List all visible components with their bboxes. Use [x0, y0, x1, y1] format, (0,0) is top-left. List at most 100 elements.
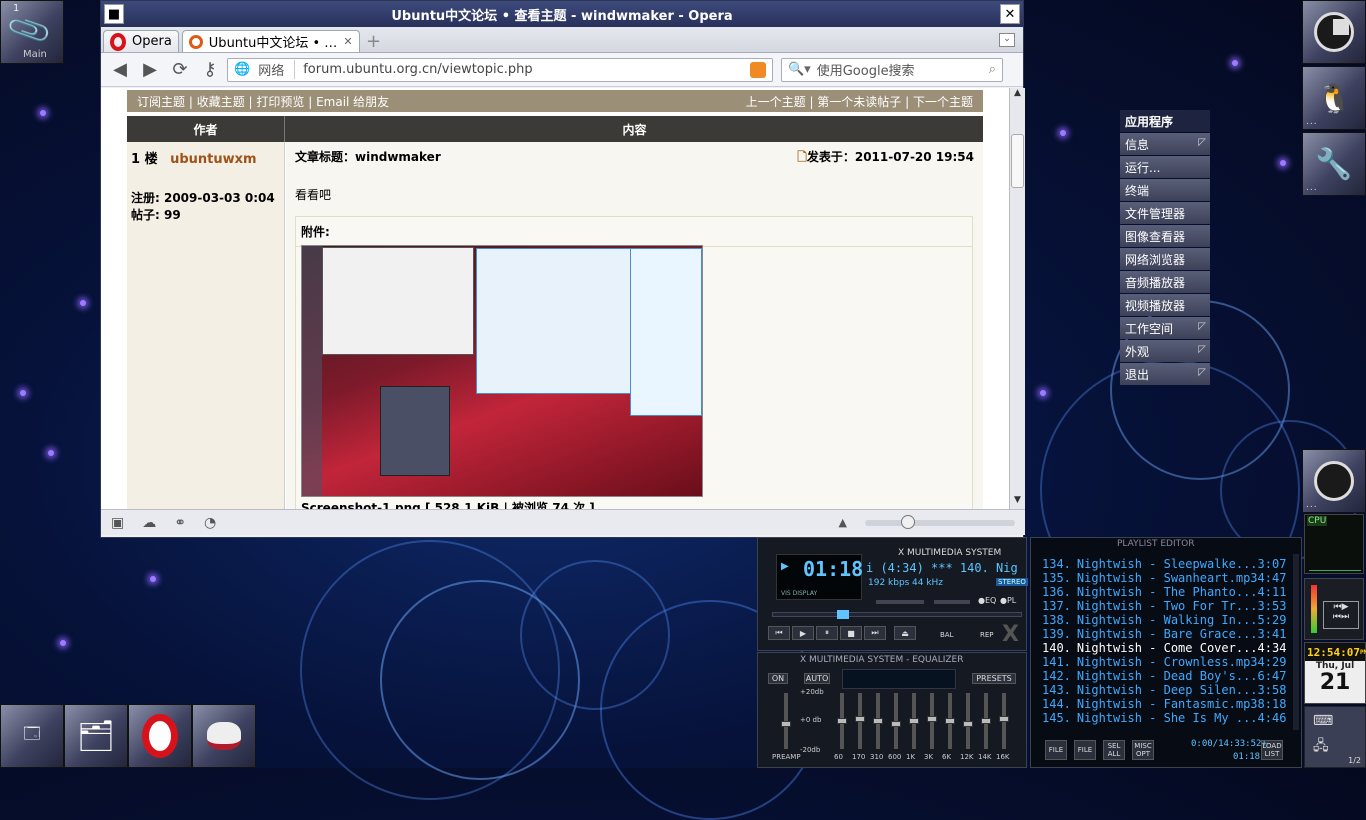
eq-slider-knob[interactable]	[873, 718, 883, 724]
playlist-item[interactable]: 142. Nightwish - Dead Boy's... 6:47	[1042, 669, 1286, 683]
dock-settings-tile[interactable]: 🔧 ...	[1302, 132, 1366, 196]
eq-slider-knob[interactable]	[963, 721, 973, 727]
eq-band-slider[interactable]	[855, 693, 865, 749]
link-subscribe[interactable]: 订阅主题	[137, 95, 185, 109]
eq-slider-knob[interactable]	[909, 718, 919, 724]
dock-terminal-tile[interactable]: 🐧 ...	[1302, 66, 1366, 130]
eq-band-slider[interactable]	[999, 693, 1009, 749]
playlist-item[interactable]: 134. Nightwish - Sleepwalke... 3:07	[1042, 557, 1286, 571]
play-icon[interactable]: ▶	[792, 626, 814, 640]
post-author-link[interactable]: ubuntuwxm	[170, 152, 256, 167]
eq-on-button[interactable]: ON	[768, 673, 788, 684]
page-scrollbar[interactable]: ▲ ▼	[1009, 88, 1025, 509]
dock-main-tile[interactable]	[1302, 0, 1366, 64]
search-field[interactable]: 🔍▾ 使用Google搜索 ⌕	[781, 57, 1003, 82]
mixer-buttons[interactable]: ⏮▶ ⏮⏭	[1323, 601, 1359, 629]
playlist-item[interactable]: 136. Nightwish - The Phanto... 4:11	[1042, 585, 1286, 599]
eq-slider-knob[interactable]	[981, 718, 991, 724]
seek-bar[interactable]	[772, 610, 1022, 619]
wand-key-icon[interactable]: ⚷	[197, 57, 223, 83]
menu-item-workspaces[interactable]: 工作空间 ◸	[1120, 317, 1210, 339]
playlist-item[interactable]: 135. Nightwish - Swanheart.mp3 4:47	[1042, 571, 1286, 585]
menu-item-file-manager[interactable]: 文件管理器	[1120, 202, 1210, 224]
playlist-item[interactable]: 143. Nightwish - Deep Silen... 3:58	[1042, 683, 1286, 697]
search-icon[interactable]: ⌕	[989, 62, 996, 77]
menu-item-audio-player[interactable]: 音频播放器	[1120, 271, 1210, 293]
playlist-item[interactable]: 145. Nightwish - She Is My ... 4:46	[1042, 711, 1286, 725]
eq-band-slider[interactable]	[945, 693, 955, 749]
menu-item-image-viewer[interactable]: 图像查看器	[1120, 225, 1210, 247]
appicon-opera[interactable]	[128, 704, 192, 768]
playlist-item[interactable]: 140. Nightwish - Come Cover... 4:34	[1042, 641, 1286, 655]
add-file-button[interactable]: FILE	[1045, 740, 1067, 760]
link-prev-topic[interactable]: 上一个主题	[746, 95, 806, 109]
eq-band-slider[interactable]	[891, 693, 901, 749]
eq-band-slider[interactable]	[927, 693, 937, 749]
menu-item-run[interactable]: 运行...	[1120, 156, 1210, 178]
prev-track-icon[interactable]: ⏮	[768, 626, 790, 640]
eq-slider-knob[interactable]	[855, 716, 865, 722]
eject-icon[interactable]: ⏏	[894, 626, 916, 640]
seek-knob[interactable]	[837, 610, 849, 619]
eq-band-slider[interactable]	[873, 693, 883, 749]
attachment-caption[interactable]: Screenshot-1.png [ 528.1 KiB | 被浏览 74 次 …	[301, 499, 595, 509]
remove-file-button[interactable]: FILE	[1074, 740, 1096, 760]
appicon-xmms[interactable]	[192, 704, 256, 768]
network-icon[interactable]: 🖧	[1313, 735, 1329, 759]
eq-slider-knob[interactable]	[781, 721, 791, 727]
pl-toggle[interactable]: ●PL	[1000, 596, 1016, 605]
attachment-thumbnail[interactable]	[301, 245, 703, 497]
link-next-topic[interactable]: 下一个主题	[913, 95, 973, 109]
tray-dockapp[interactable]: ⌨ 🖧 1/2	[1304, 706, 1366, 768]
keyboard-icon[interactable]: ⌨	[1313, 713, 1333, 729]
back-arrow-icon[interactable]: ◀	[107, 57, 133, 83]
playlist-item[interactable]: 141. Nightwish - Crownless.mp3 4:29	[1042, 655, 1286, 669]
speed-dial-icon[interactable]: ◔	[204, 515, 216, 531]
link-email[interactable]: Email 给朋友	[316, 95, 389, 109]
playlist-item[interactable]: 144. Nightwish - Fantasmic.mp3 8:18	[1042, 697, 1286, 711]
menu-item-appearance[interactable]: 外观 ◸	[1120, 340, 1210, 362]
eq-presets-button[interactable]: PRESETS	[972, 673, 1016, 684]
tab-close-icon[interactable]: ✕	[343, 35, 352, 48]
playlist-item[interactable]: 139. Nightwish - Bare Grace... 3:41	[1042, 627, 1286, 641]
opera-menu-button[interactable]: Opera	[103, 30, 179, 52]
pause-icon[interactable]: ⏸	[816, 626, 838, 640]
new-tab-button[interactable]: +	[363, 30, 385, 52]
rss-feed-icon[interactable]	[750, 61, 766, 78]
panel-toggle-icon[interactable]: ▣	[111, 515, 124, 531]
window-titlebar[interactable]: ■ Ubuntu中文论坛 • 查看主题 - windwmaker - Opera…	[101, 1, 1023, 27]
window-menu-button[interactable]: ■	[104, 4, 124, 24]
eq-slider-knob[interactable]	[999, 716, 1009, 722]
share-icon[interactable]: ⚭	[174, 515, 186, 531]
zoom-slider-knob[interactable]	[901, 514, 915, 529]
next-track-icon[interactable]: ⏭	[864, 626, 886, 640]
eq-preamp-slider[interactable]	[781, 693, 791, 749]
scroll-up-arrow-icon[interactable]: ▲	[1010, 88, 1025, 102]
zoom-slider[interactable]	[865, 514, 1015, 529]
search-engine-icon[interactable]: 🔍▾	[788, 62, 811, 77]
address-field[interactable]: 🌐 网络 forum.ubuntu.org.cn/viewtopic.php	[227, 57, 773, 82]
appicon-filemanager[interactable]: 🗂	[64, 704, 128, 768]
playlist-item[interactable]: 137. Nightwish - Two For Tr... 3:53	[1042, 599, 1286, 613]
misc-options-button[interactable]: MISC OPT	[1132, 740, 1154, 760]
eq-slider-knob[interactable]	[945, 718, 955, 724]
eq-band-slider[interactable]	[837, 693, 847, 749]
select-all-button[interactable]: SEL ALL	[1103, 740, 1125, 760]
playlist-scrollbar[interactable]	[1293, 554, 1299, 730]
link-bookmark[interactable]: 收藏主题	[197, 95, 245, 109]
menu-item-exit[interactable]: 退出 ◸	[1120, 363, 1210, 385]
mixer-dockapp[interactable]: ⏮▶ ⏮⏭	[1304, 578, 1364, 640]
eq-band-slider[interactable]	[981, 693, 991, 749]
menu-item-web-browser[interactable]: 网络浏览器	[1120, 248, 1210, 270]
eq-band-slider[interactable]	[909, 693, 919, 749]
link-first-unread[interactable]: 第一个未读帖子	[817, 95, 901, 109]
window-close-button[interactable]: ✕	[1000, 4, 1020, 24]
repeat-toggle[interactable]: REP	[980, 631, 994, 639]
eq-slider-knob[interactable]	[891, 721, 901, 727]
eq-slider-knob[interactable]	[927, 716, 937, 722]
workspace-clip-tile[interactable]: 1 📎 Main	[0, 0, 64, 64]
eq-auto-button[interactable]: AUTO	[804, 673, 830, 684]
volume-slider[interactable]	[876, 600, 924, 604]
miniwindow-tile[interactable]: 🗔	[0, 704, 64, 768]
eq-band-slider[interactable]	[963, 693, 973, 749]
